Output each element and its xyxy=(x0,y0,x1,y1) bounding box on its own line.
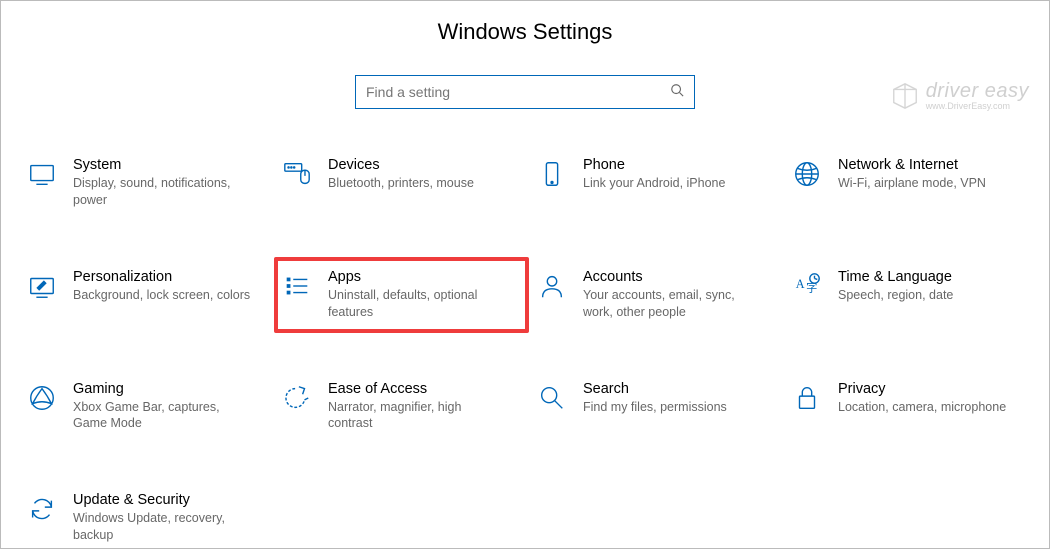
settings-item-ease-of-access[interactable]: Ease of Access Narrator, magnifier, high… xyxy=(274,369,529,445)
item-label: Ease of Access xyxy=(328,381,508,397)
item-desc: Xbox Game Bar, captures, Game Mode xyxy=(73,399,253,433)
settings-item-apps[interactable]: Apps Uninstall, defaults, optional featu… xyxy=(274,257,529,333)
gaming-icon xyxy=(25,381,59,415)
settings-item-phone[interactable]: Phone Link your Android, iPhone xyxy=(529,145,784,221)
item-label: Gaming xyxy=(73,381,253,397)
apps-icon xyxy=(280,269,314,303)
search-icon xyxy=(670,83,684,102)
settings-item-personalization[interactable]: Personalization Background, lock screen,… xyxy=(19,257,274,333)
item-label: Time & Language xyxy=(838,269,953,285)
item-label: Network & Internet xyxy=(838,157,986,173)
item-label: Accounts xyxy=(583,269,763,285)
item-desc: Bluetooth, printers, mouse xyxy=(328,175,474,192)
ease-of-access-icon xyxy=(280,381,314,415)
item-label: System xyxy=(73,157,253,173)
search-box[interactable] xyxy=(355,75,695,109)
item-label: Personalization xyxy=(73,269,250,285)
watermark-title: driver easy xyxy=(926,81,1029,102)
item-label: Update & Security xyxy=(73,492,253,508)
settings-item-network[interactable]: Network & Internet Wi-Fi, airplane mode,… xyxy=(784,145,1039,221)
item-desc: Uninstall, defaults, optional features xyxy=(328,287,508,321)
item-desc: Wi-Fi, airplane mode, VPN xyxy=(838,175,986,192)
item-desc: Your accounts, email, sync, work, other … xyxy=(583,287,763,321)
watermark-subtitle: www.DriverEasy.com xyxy=(926,102,1029,111)
settings-item-time-language[interactable]: A字 Time & Language Speech, region, date xyxy=(784,257,1039,333)
item-desc: Display, sound, notifications, power xyxy=(73,175,253,209)
network-icon xyxy=(790,157,824,191)
accounts-icon xyxy=(535,269,569,303)
system-icon xyxy=(25,157,59,191)
privacy-icon xyxy=(790,381,824,415)
update-security-icon xyxy=(25,492,59,526)
devices-icon xyxy=(280,157,314,191)
item-label: Phone xyxy=(583,157,725,173)
search-category-icon xyxy=(535,381,569,415)
settings-item-system[interactable]: System Display, sound, notifications, po… xyxy=(19,145,274,221)
settings-item-accounts[interactable]: Accounts Your accounts, email, sync, wor… xyxy=(529,257,784,333)
phone-icon xyxy=(535,157,569,191)
watermark: driver easy www.DriverEasy.com xyxy=(890,81,1029,111)
item-desc: Windows Update, recovery, backup xyxy=(73,510,253,544)
item-label: Search xyxy=(583,381,727,397)
item-desc: Speech, region, date xyxy=(838,287,953,304)
personalization-icon xyxy=(25,269,59,303)
time-language-icon: A字 xyxy=(790,269,824,303)
item-desc: Narrator, magnifier, high contrast xyxy=(328,399,508,433)
item-label: Apps xyxy=(328,269,508,285)
item-desc: Link your Android, iPhone xyxy=(583,175,725,192)
search-input[interactable] xyxy=(366,84,670,100)
settings-item-gaming[interactable]: Gaming Xbox Game Bar, captures, Game Mod… xyxy=(19,369,274,445)
settings-grid: System Display, sound, notifications, po… xyxy=(1,145,1049,556)
item-desc: Background, lock screen, colors xyxy=(73,287,250,304)
item-label: Devices xyxy=(328,157,474,173)
settings-item-update-security[interactable]: Update & Security Windows Update, recove… xyxy=(19,480,274,556)
item-desc: Location, camera, microphone xyxy=(838,399,1006,416)
settings-item-devices[interactable]: Devices Bluetooth, printers, mouse xyxy=(274,145,529,221)
settings-item-search[interactable]: Search Find my files, permissions xyxy=(529,369,784,445)
item-desc: Find my files, permissions xyxy=(583,399,727,416)
settings-item-privacy[interactable]: Privacy Location, camera, microphone xyxy=(784,369,1039,445)
item-label: Privacy xyxy=(838,381,1006,397)
svg-text:A: A xyxy=(796,277,805,291)
page-title: Windows Settings xyxy=(1,19,1049,45)
